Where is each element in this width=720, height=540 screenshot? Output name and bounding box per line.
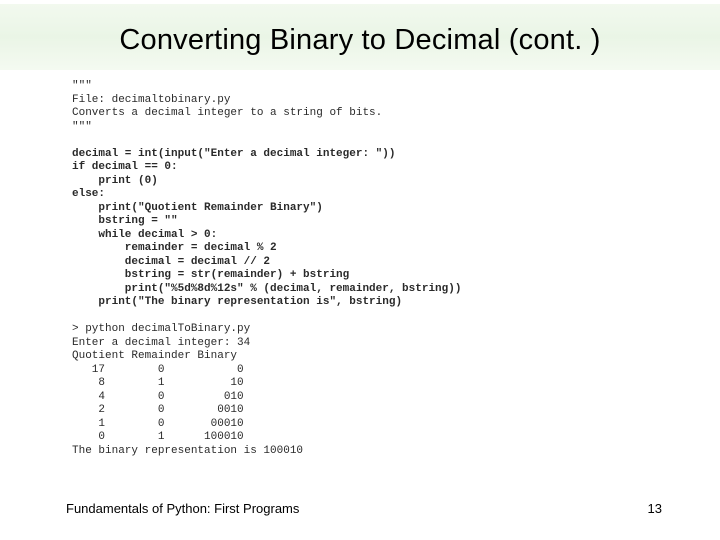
code-line: """ (72, 80, 92, 92)
code-line: """ (72, 121, 92, 133)
code-line: Converts a decimal integer to a string o… (72, 107, 382, 119)
code-line: 2 0 0010 (72, 404, 244, 416)
code-line: Quotient Remainder Binary (72, 350, 237, 362)
code-line: print("Quotient Remainder Binary") (72, 202, 323, 214)
code-line: remainder = decimal % 2 (72, 242, 277, 254)
code-line: decimal = int(input("Enter a decimal int… (72, 148, 395, 160)
code-line: 8 1 10 (72, 377, 244, 389)
code-line: > python decimalToBinary.py (72, 323, 250, 335)
code-line: The binary representation is 100010 (72, 445, 303, 457)
code-line: print("The binary representation is", bs… (72, 296, 402, 308)
code-line: 17 0 0 (72, 364, 244, 376)
code-line: Enter a decimal integer: 34 (72, 337, 250, 349)
footer-text: Fundamentals of Python: First Programs (66, 501, 299, 516)
slide-title: Converting Binary to Decimal (cont. ) (0, 24, 720, 57)
code-line: 0 1 100010 (72, 431, 244, 443)
code-line: File: decimaltobinary.py (72, 94, 230, 106)
code-line: 1 0 00010 (72, 418, 244, 430)
code-line: print("%5d%8d%12s" % (decimal, remainder… (72, 283, 461, 295)
code-line: print (0) (72, 175, 158, 187)
code-line: while decimal > 0: (72, 229, 217, 241)
code-line: bstring = str(remainder) + bstring (72, 269, 349, 281)
code-line: bstring = "" (72, 215, 178, 227)
slide: Converting Binary to Decimal (cont. ) ""… (0, 0, 720, 540)
page-number: 13 (648, 501, 662, 516)
code-line: decimal = decimal // 2 (72, 256, 270, 268)
code-line: if decimal == 0: (72, 161, 178, 173)
code-line: 4 0 010 (72, 391, 244, 403)
code-block: """ File: decimaltobinary.py Converts a … (72, 80, 662, 458)
code-line: else: (72, 188, 105, 200)
